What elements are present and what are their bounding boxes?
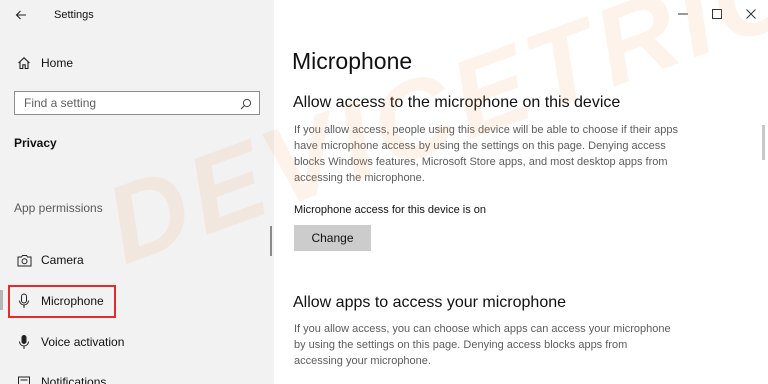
- voice-activation-icon: [16, 334, 32, 350]
- home-icon: [16, 55, 32, 71]
- minimize-icon: [678, 8, 688, 22]
- title-bar: Settings: [0, 0, 768, 32]
- group-label-app-permissions: App permissions: [14, 201, 103, 215]
- search-input[interactable]: [15, 92, 235, 114]
- section-description-app-access: If you allow access, you can choose whic…: [294, 323, 671, 367]
- notifications-icon: [16, 374, 32, 384]
- sidebar-item-voice-activation[interactable]: Voice activation: [0, 324, 274, 360]
- device-access-status: Microphone access for this device is on: [294, 204, 486, 216]
- back-button[interactable]: [8, 4, 34, 26]
- minimize-button[interactable]: [666, 0, 700, 30]
- sidebar: Home Privacy App permissions Camera Micr…: [0, 0, 274, 384]
- maximize-button[interactable]: [700, 0, 734, 30]
- sidebar-item-label: Notifications: [41, 375, 107, 384]
- maximize-icon: [712, 8, 722, 22]
- sidebar-item-label: Camera: [41, 253, 84, 267]
- sidebar-item-camera[interactable]: Camera: [0, 242, 274, 278]
- arrow-left-icon: [15, 7, 27, 23]
- window-title: Settings: [54, 9, 94, 21]
- section-description-device-access: If you allow access, people using this d…: [294, 124, 678, 184]
- search-field[interactable]: [14, 91, 260, 115]
- main-scrollbar[interactable]: [762, 125, 765, 160]
- camera-icon: [16, 252, 32, 268]
- window-controls: [666, 0, 768, 30]
- sidebar-item-home[interactable]: Home: [0, 45, 274, 81]
- change-button[interactable]: Change: [294, 225, 371, 251]
- section-heading-device-access: Allow access to the microphone on this d…: [293, 94, 621, 111]
- search-icon[interactable]: [240, 97, 252, 110]
- sidebar-item-label: Voice activation: [41, 335, 125, 349]
- sidebar-item-notifications[interactable]: Notifications: [0, 364, 274, 384]
- close-icon: [746, 8, 756, 22]
- close-button[interactable]: [734, 0, 768, 30]
- page-title: Microphone: [292, 48, 413, 74]
- highlight-box: [8, 285, 116, 318]
- sidebar-item-label: Home: [41, 56, 74, 70]
- section-title-privacy: Privacy: [14, 136, 57, 150]
- section-heading-app-access: Allow apps to access your microphone: [293, 294, 567, 311]
